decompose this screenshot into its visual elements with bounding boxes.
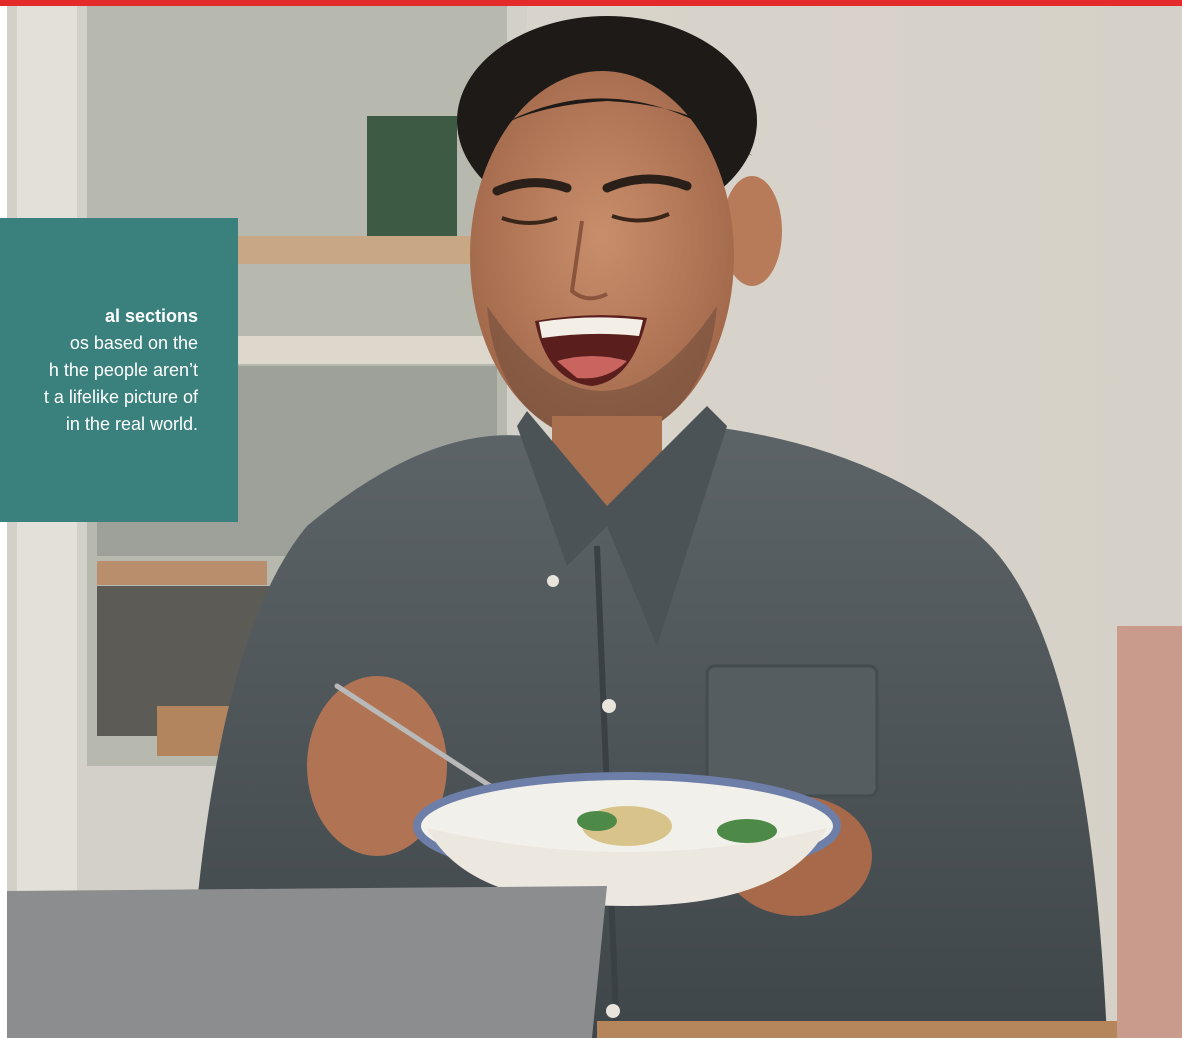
info-panel: al sections os based on the h the people… <box>0 218 238 522</box>
info-panel-line-2: h the people aren’t <box>48 360 198 380</box>
left-margin <box>0 6 7 1038</box>
info-panel-line-4: in the real world. <box>65 414 198 434</box>
info-panel-content: al sections os based on the h the people… <box>0 303 198 438</box>
info-panel-line-1: os based on the <box>69 333 198 353</box>
info-panel-title: al sections <box>104 306 198 326</box>
hero-photo <box>7 6 1182 1038</box>
info-panel-line-3: t a lifelike picture of <box>43 387 198 407</box>
